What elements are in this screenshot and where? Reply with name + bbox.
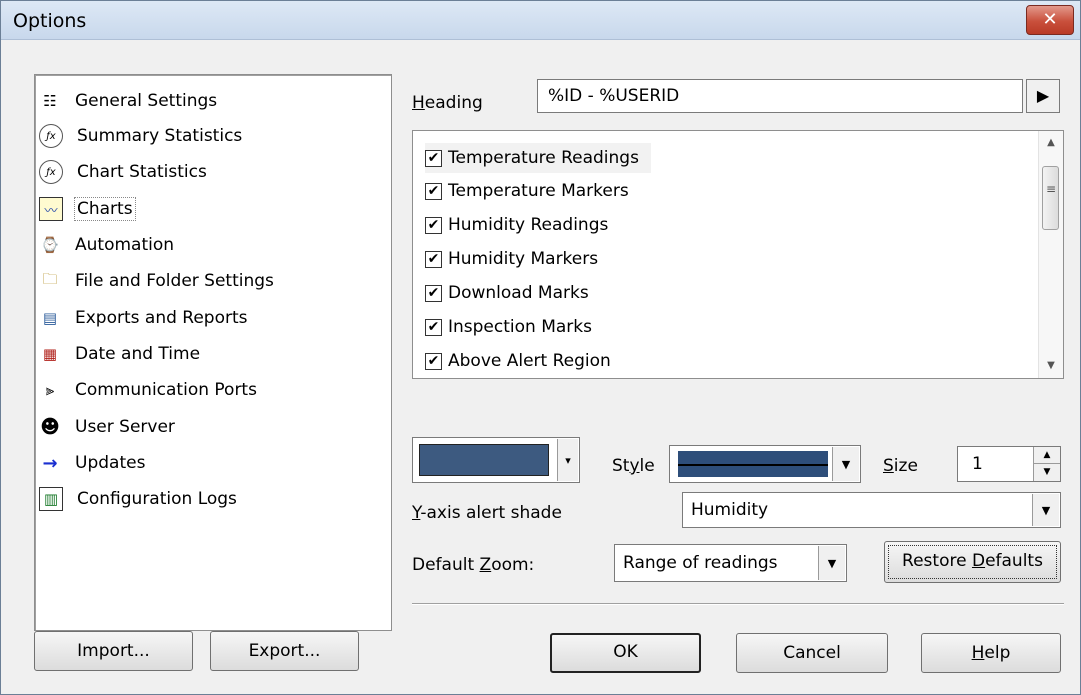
report-icon: ▤ bbox=[42, 309, 58, 327]
nav-item-label: Charts bbox=[74, 197, 136, 221]
list-item-label: Inspection Marks bbox=[448, 317, 592, 337]
heading-label: Heading bbox=[412, 93, 483, 113]
list-item-humidity-markers[interactable]: ✔ Humidity Markers bbox=[425, 244, 598, 274]
style-label: Style bbox=[612, 456, 655, 476]
nav-item-configuration-logs[interactable]: ▥ Configuration Logs bbox=[39, 485, 239, 513]
vertical-scrollbar[interactable]: ▲ ≡ ▼ bbox=[1038, 131, 1063, 378]
checkbox[interactable]: ✔ bbox=[425, 149, 442, 167]
list-item-label: Humidity Markers bbox=[448, 249, 599, 269]
line-style-select[interactable]: ▼ bbox=[669, 445, 861, 483]
user-server-icon: ☻ bbox=[40, 416, 60, 438]
summary-statistics-icon: ƒx bbox=[39, 124, 63, 148]
nav-item-label: Configuration Logs bbox=[77, 489, 237, 509]
chevron-down-icon[interactable]: ▾ bbox=[557, 439, 578, 481]
nav-item-automation[interactable]: ⌚ Automation bbox=[39, 231, 176, 259]
list-item-inspection-marks[interactable]: ✔ Inspection Marks bbox=[425, 312, 592, 342]
arrow-right-icon: → bbox=[42, 452, 58, 474]
color-swatch bbox=[419, 444, 549, 476]
nav-item-communication-ports[interactable]: ⫸ Communication Ports bbox=[39, 376, 259, 404]
checkbox[interactable]: ✔ bbox=[425, 352, 442, 370]
list-item-label: Temperature Readings bbox=[448, 148, 639, 168]
spin-buttons: ▲ ▼ bbox=[1033, 447, 1060, 481]
scroll-down-icon[interactable]: ▼ bbox=[1039, 354, 1063, 378]
export-button[interactable]: Export... bbox=[210, 631, 359, 671]
heading-input[interactable]: %ID - %USERID bbox=[537, 79, 1023, 113]
heading-insert-button[interactable]: ▶ bbox=[1026, 79, 1060, 113]
nav-item-updates[interactable]: → Updates bbox=[39, 449, 147, 477]
size-label: Size bbox=[883, 456, 918, 476]
general-settings-icon: ☷ bbox=[43, 92, 57, 110]
y-axis-alert-shade-label: Y-axis alert shade bbox=[412, 503, 562, 523]
list-item-temperature-readings[interactable]: ✔ Temperature Readings bbox=[425, 143, 651, 173]
checkbox[interactable]: ✔ bbox=[425, 182, 442, 200]
cancel-button[interactable]: Cancel bbox=[736, 633, 888, 673]
category-list[interactable]: ☷ General Settings ƒx Summary Statistics… bbox=[34, 74, 392, 631]
watch-icon: ⌚ bbox=[40, 236, 60, 254]
import-button[interactable]: Import... bbox=[34, 631, 193, 671]
chevron-down-icon[interactable]: ▼ bbox=[818, 546, 845, 580]
window-title: Options bbox=[13, 10, 87, 32]
y-axis-alert-shade-value: Humidity bbox=[691, 500, 769, 520]
nav-item-label: Summary Statistics bbox=[77, 126, 243, 146]
nav-item-label: Communication Ports bbox=[75, 380, 257, 400]
nav-item-chart-statistics[interactable]: ƒx Chart Statistics bbox=[39, 158, 209, 186]
list-item-label: Above Alert Region bbox=[448, 351, 611, 371]
close-button[interactable]: ✕ bbox=[1026, 5, 1074, 35]
nav-item-user-server[interactable]: ☻ User Server bbox=[39, 413, 177, 441]
chevron-down-icon[interactable]: ▼ bbox=[1032, 494, 1059, 526]
nav-item-label: Exports and Reports bbox=[75, 308, 248, 328]
checkbox[interactable]: ✔ bbox=[425, 250, 442, 268]
nav-item-label: Date and Time bbox=[75, 344, 201, 364]
nav-item-label: User Server bbox=[75, 417, 175, 437]
title-bar: Options ✕ bbox=[1, 1, 1080, 40]
line-style-preview bbox=[678, 451, 828, 477]
list-item-humidity-readings[interactable]: ✔ Humidity Readings bbox=[425, 210, 608, 240]
default-zoom-select[interactable]: Range of readings ▼ bbox=[614, 544, 847, 582]
nav-item-label: Chart Statistics bbox=[77, 162, 207, 182]
calendar-icon: ▦ bbox=[42, 345, 58, 363]
nav-item-file-and-folder-settings[interactable]: 🗀 File and Folder Settings bbox=[39, 267, 276, 295]
size-stepper[interactable]: 1 ▲ ▼ bbox=[957, 446, 1061, 482]
restore-defaults-button[interactable]: Restore Defaults bbox=[884, 541, 1061, 583]
checkbox[interactable]: ✔ bbox=[425, 284, 442, 302]
nav-item-date-and-time[interactable]: ▦ Date and Time bbox=[39, 340, 202, 368]
nav-item-label: Updates bbox=[75, 453, 146, 473]
folder-icon: 🗀 bbox=[42, 269, 58, 288]
chart-statistics-icon: ƒx bbox=[39, 160, 63, 184]
default-zoom-value: Range of readings bbox=[623, 553, 778, 573]
chevron-down-icon[interactable]: ▼ bbox=[832, 447, 859, 481]
charts-icon: 〰 bbox=[39, 197, 63, 221]
spin-up-icon[interactable]: ▲ bbox=[1034, 447, 1060, 464]
nav-item-label: Automation bbox=[75, 235, 175, 255]
scroll-thumb[interactable]: ≡ bbox=[1042, 166, 1059, 230]
scroll-up-icon[interactable]: ▲ bbox=[1039, 131, 1063, 155]
port-icon: ⫸ bbox=[45, 381, 55, 399]
default-zoom-label: Default Zoom: bbox=[412, 555, 535, 575]
color-picker[interactable]: ▾ bbox=[412, 437, 580, 483]
options-dialog: Options ✕ ☷ General Settings ƒx Summary … bbox=[0, 0, 1081, 695]
nav-item-general-settings[interactable]: ☷ General Settings bbox=[39, 87, 219, 115]
list-item-download-marks[interactable]: ✔ Download Marks bbox=[425, 278, 589, 308]
nav-item-exports-and-reports[interactable]: ▤ Exports and Reports bbox=[39, 304, 250, 332]
list-item-label: Temperature Markers bbox=[448, 181, 629, 201]
ok-button[interactable]: OK bbox=[550, 633, 701, 673]
grip-icon: ≡ bbox=[1046, 182, 1057, 196]
nav-item-summary-statistics[interactable]: ƒx Summary Statistics bbox=[39, 122, 244, 150]
checkbox[interactable]: ✔ bbox=[425, 318, 442, 336]
chart-series-list[interactable]: ✔ Temperature Readings ✔ Temperature Mar… bbox=[412, 130, 1064, 379]
spin-down-icon[interactable]: ▼ bbox=[1034, 464, 1060, 481]
log-icon: ▥ bbox=[39, 487, 63, 511]
size-value: 1 bbox=[972, 454, 983, 474]
help-button[interactable]: Help bbox=[921, 633, 1061, 673]
y-axis-alert-shade-select[interactable]: Humidity ▼ bbox=[682, 492, 1061, 528]
separator bbox=[412, 603, 1064, 605]
checkbox[interactable]: ✔ bbox=[425, 216, 442, 234]
nav-item-label: General Settings bbox=[75, 91, 218, 111]
list-item-label: Humidity Readings bbox=[448, 215, 609, 235]
list-item-above-alert-region[interactable]: ✔ Above Alert Region bbox=[425, 346, 611, 376]
list-item-temperature-markers[interactable]: ✔ Temperature Markers bbox=[425, 176, 629, 206]
nav-item-charts[interactable]: 〰 Charts bbox=[39, 195, 136, 223]
list-item-label: Download Marks bbox=[448, 283, 589, 303]
nav-item-label: File and Folder Settings bbox=[75, 271, 274, 291]
